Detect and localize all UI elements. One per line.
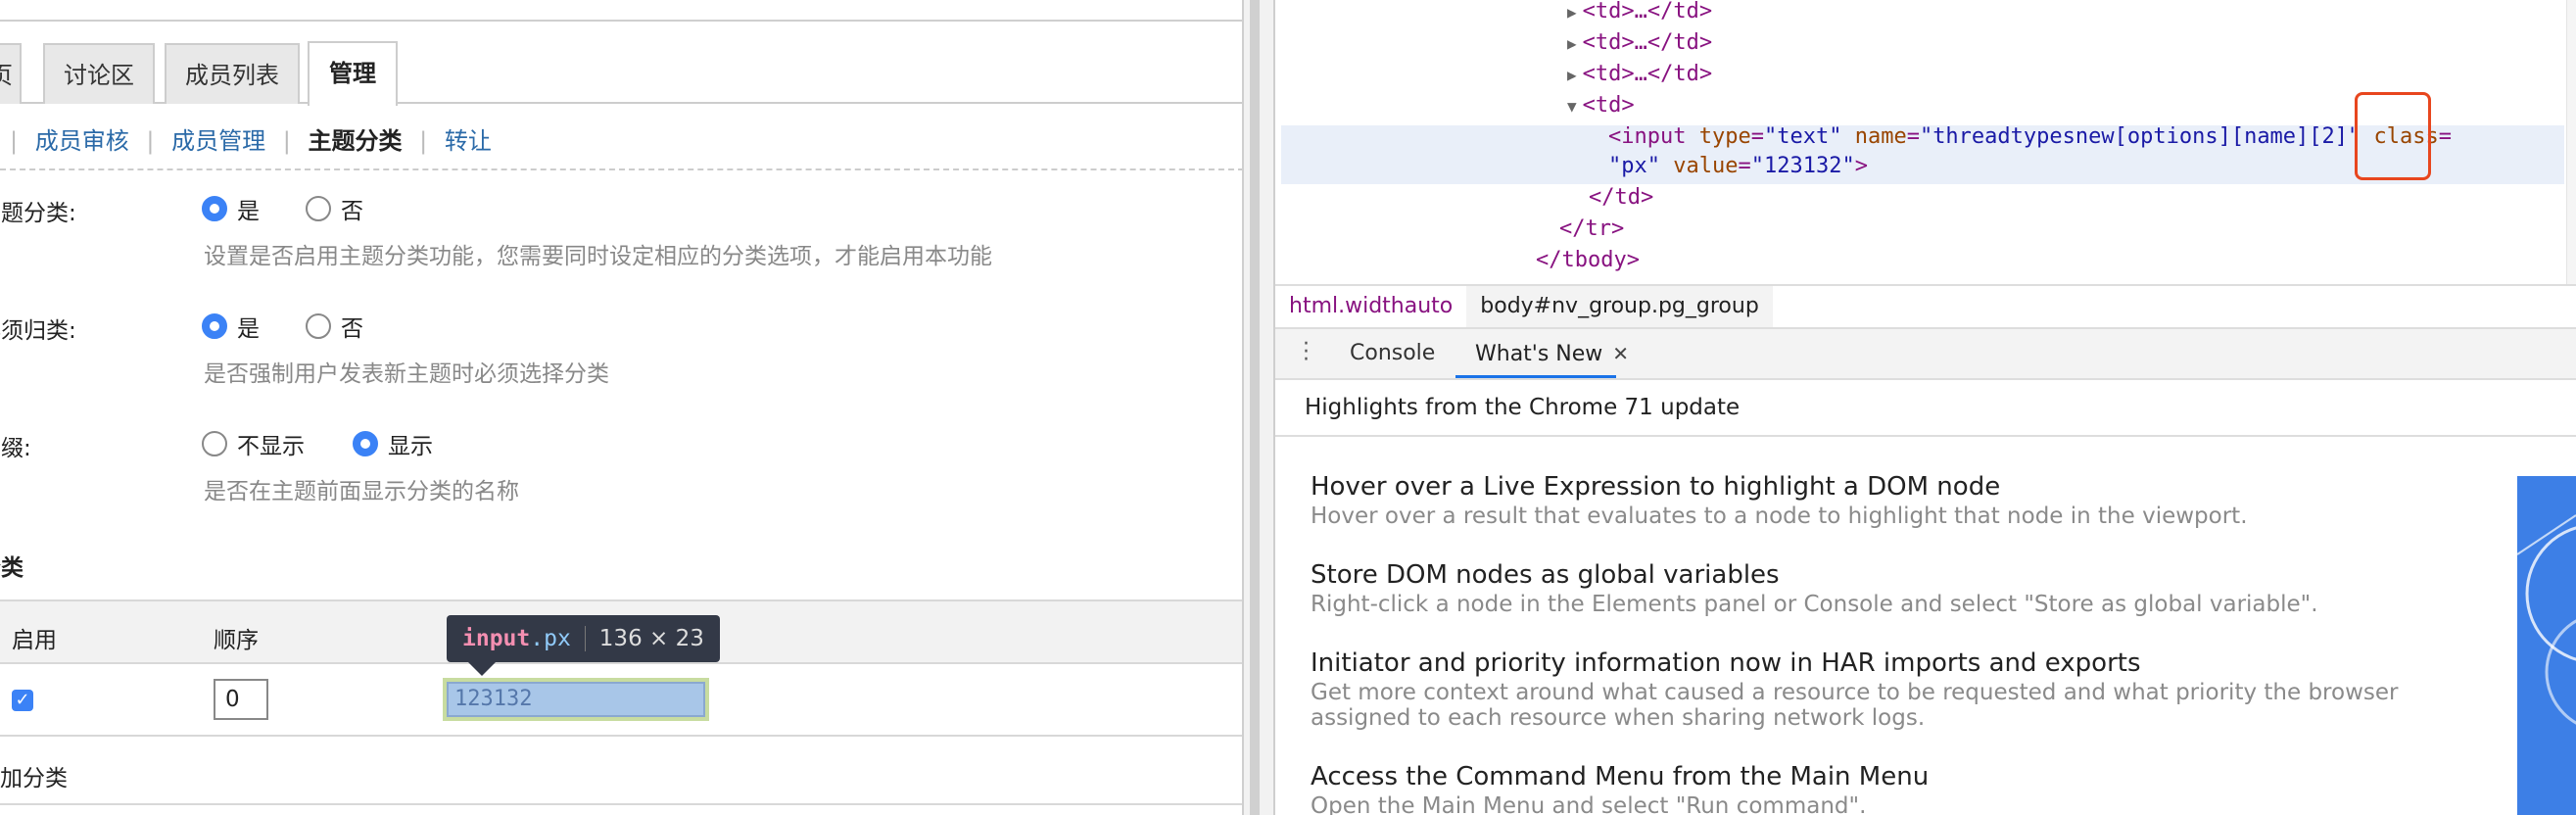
feature-title[interactable]: Initiator and priority information now i… — [1311, 647, 2466, 680]
close-icon[interactable]: ✕ — [1612, 342, 1629, 365]
expand-triangle-icon[interactable]: ▶ — [1567, 66, 1577, 84]
radio-prefix-hide[interactable]: 不显示 — [202, 427, 305, 460]
dom-node-td[interactable]: ▶ <td>…</td> — [1567, 59, 1712, 90]
whats-new-header: Highlights from the Chrome 71 update — [1275, 380, 2576, 437]
header-divider — [0, 20, 1244, 22]
collapse-triangle-icon[interactable]: ▼ — [1567, 97, 1577, 116]
field-label-required: 必须归类: — [0, 318, 76, 344]
column-header-order: 顺序 — [214, 628, 259, 653]
inspect-tooltip: input.px 136 × 23 — [447, 615, 720, 662]
tab-console[interactable]: Console — [1350, 329, 1435, 378]
inspected-element-highlight: 123132 — [443, 678, 709, 721]
radio-enable-no[interactable]: 否 — [306, 192, 363, 225]
subnav-member-review[interactable]: 成员审核 — [35, 127, 129, 155]
radio-enable-yes[interactable]: 是 — [202, 192, 260, 225]
section-title-categories: 分类 — [0, 555, 24, 581]
table-row: ✓ 0 123132 — [0, 664, 1244, 737]
tab-manage[interactable]: 管理 — [308, 41, 398, 106]
breadcrumb-html[interactable]: html.widthauto — [1275, 286, 1466, 327]
dom-node-close-td[interactable]: </td> — [1589, 182, 1653, 214]
tab-members[interactable]: 成员列表 — [165, 43, 300, 104]
tab-home[interactable]: 页 — [0, 43, 22, 104]
field-hint-prefix: 是否在主题前面显示分类的名称 — [204, 479, 519, 504]
field-label-enable-types: 主题分类: — [0, 201, 76, 226]
feature-item: Store DOM nodes as global variables Righ… — [1311, 558, 2466, 617]
manage-subnav: | 成员审核 | 成员管理 | 主题分类 | 转让 — [0, 120, 492, 163]
resize-bar — [1250, 0, 1260, 815]
dom-breadcrumbs: html.widthauto body#nv_group.pg_group — [1275, 284, 2576, 329]
feature-item: Access the Command Menu from the Main Me… — [1311, 760, 2466, 815]
dom-node-input-cont[interactable]: "px" value="123132"> — [1608, 151, 1868, 182]
radio-required-no[interactable]: 否 — [306, 310, 363, 343]
feature-desc: Right-click a node in the Elements panel… — [1311, 592, 2318, 617]
radio-dot-icon — [202, 313, 227, 339]
chrome-logo-art — [2517, 476, 2576, 815]
drawer-tabbar: · · · Console What's New ✕ — [1275, 329, 2576, 380]
dom-node-close-tbody[interactable]: </tbody> — [1536, 245, 1640, 276]
radio-dot-icon — [306, 196, 331, 221]
dom-node-td[interactable]: ▶ <td>…</td> — [1567, 0, 1712, 27]
feature-title[interactable]: Access the Command Menu from the Main Me… — [1311, 760, 2466, 793]
radio-dot-icon — [202, 196, 227, 221]
group-tabs: 页 讨论区 成员列表 管理 — [0, 39, 1244, 106]
dom-node-td[interactable]: ▶ <td>…</td> — [1567, 27, 1712, 59]
feature-item: Initiator and priority information now i… — [1311, 647, 2466, 731]
dom-node-input[interactable]: <input type="text" name="threadtypesnew[… — [1608, 121, 2452, 153]
order-input[interactable]: 0 — [214, 679, 268, 720]
subnav-transfer[interactable]: 转让 — [445, 127, 492, 155]
elements-scrollbar[interactable] — [2566, 0, 2576, 284]
radio-dot-icon — [353, 431, 378, 456]
field-hint-required: 是否强制用户发表新主题时必须选择分类 — [204, 361, 609, 387]
feature-desc: Get more context around what caused a re… — [1311, 680, 2399, 731]
feature-item: Hover over a Live Expression to highligh… — [1311, 470, 2466, 529]
subnav-thread-types[interactable]: 主题分类 — [308, 127, 402, 155]
dom-node-td-open[interactable]: ▼ <td> — [1567, 90, 1635, 121]
expand-triangle-icon[interactable]: ▶ — [1567, 3, 1577, 22]
tooltip-arrow — [468, 662, 496, 676]
subnav-member-manage[interactable]: 成员管理 — [171, 127, 265, 155]
annotation-highlight-box — [2355, 92, 2431, 180]
radio-required-yes[interactable]: 是 — [202, 310, 260, 343]
enable-checkbox[interactable]: ✓ — [12, 690, 33, 711]
expand-triangle-icon[interactable]: ▶ — [1567, 34, 1577, 53]
radio-prefix-show[interactable]: 显示 — [353, 427, 433, 460]
feature-desc: Open the Main Menu and select "Run comma… — [1311, 793, 1867, 815]
subnav-separator: | — [419, 127, 428, 155]
feature-title[interactable]: Store DOM nodes as global variables — [1311, 558, 2466, 592]
radio-dot-icon — [202, 431, 227, 456]
subnav-divider — [0, 168, 1244, 170]
feature-desc: Hover over a result that evaluates to a … — [1311, 503, 2248, 529]
devtools-resize-handle[interactable] — [1244, 0, 1275, 815]
tab-whats-new[interactable]: What's New ✕ — [1455, 329, 1629, 378]
field-label-prefix: 前缀: — [0, 436, 31, 461]
breadcrumb-body[interactable]: body#nv_group.pg_group — [1466, 286, 1773, 327]
radio-dot-icon — [306, 313, 331, 339]
add-category-link[interactable]: 加分类 — [0, 759, 68, 792]
category-name-input[interactable]: 123132 — [447, 682, 705, 717]
tab-discussion[interactable]: 讨论区 — [43, 43, 155, 104]
column-header-enabled: 启用 — [12, 628, 57, 653]
feature-title[interactable]: Hover over a Live Expression to highligh… — [1311, 470, 2466, 503]
table-bottom-divider — [0, 803, 1244, 805]
subnav-separator: | — [282, 127, 291, 155]
subnav-separator: | — [146, 127, 155, 155]
dom-node-close-tr[interactable]: </tr> — [1559, 214, 1624, 245]
field-hint-enable-types: 设置是否启用主题分类功能，您需要同时设定相应的分类选项，才能启用本功能 — [204, 244, 992, 269]
subnav-separator: | — [10, 127, 19, 155]
more-menu-icon[interactable]: · · · — [1303, 334, 1310, 371]
page-viewport: 页 讨论区 成员列表 管理 | 成员审核 | 成员管理 | 主题分类 | 转让 … — [0, 0, 1244, 815]
